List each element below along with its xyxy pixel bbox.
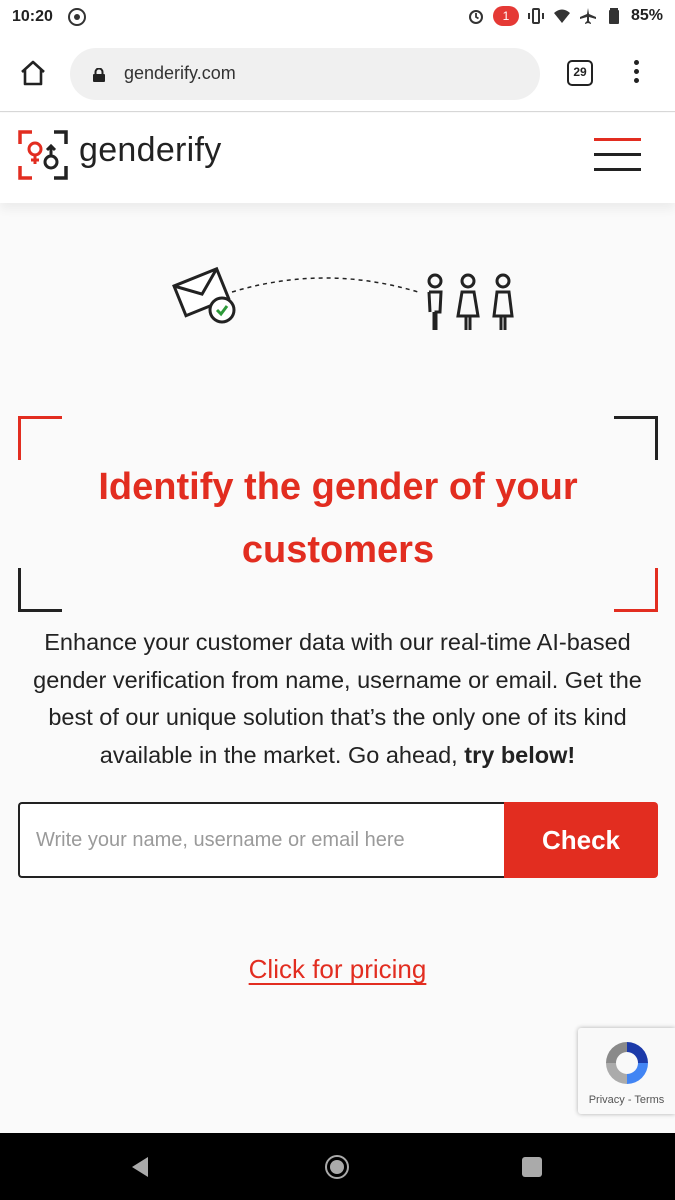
person-icon bbox=[492, 273, 514, 330]
hamburger-line bbox=[594, 138, 641, 141]
url-text: genderify.com bbox=[124, 63, 236, 83]
menu-dot bbox=[633, 78, 639, 83]
pricing-link[interactable]: Click for pricing bbox=[249, 954, 427, 984]
wifi-icon bbox=[553, 9, 570, 23]
site-header: genderify bbox=[0, 113, 675, 203]
hero-description: Enhance your customer data with our real… bbox=[16, 624, 659, 774]
gender-check-form: Check bbox=[18, 802, 658, 878]
hamburger-line bbox=[594, 153, 641, 156]
status-icons: 1 85% bbox=[467, 6, 663, 26]
browser-menu-button[interactable] bbox=[630, 60, 642, 88]
tab-switcher-button[interactable]: 29 bbox=[567, 60, 593, 86]
home-nav-icon[interactable] bbox=[325, 1155, 349, 1179]
recaptcha-icon bbox=[606, 1042, 648, 1084]
screen-record-icon bbox=[68, 8, 86, 26]
battery-level: 85% bbox=[630, 7, 663, 24]
check-badge-icon bbox=[208, 296, 236, 324]
frame-corner bbox=[614, 568, 658, 612]
status-time: 10:20 bbox=[12, 8, 53, 25]
email-to-people-illustration bbox=[172, 266, 514, 330]
check-button[interactable]: Check bbox=[504, 802, 658, 878]
recaptcha-links[interactable]: Privacy - Terms bbox=[578, 1094, 675, 1106]
recent-apps-icon[interactable] bbox=[522, 1157, 542, 1177]
hamburger-line bbox=[594, 168, 641, 171]
genderify-logo-icon[interactable] bbox=[18, 130, 68, 180]
lock-icon bbox=[93, 68, 105, 82]
status-bar: 10:20 1 85% bbox=[0, 0, 675, 36]
logo-text[interactable]: genderify bbox=[79, 131, 222, 170]
back-icon[interactable] bbox=[128, 1155, 152, 1179]
menu-dot bbox=[633, 69, 639, 74]
android-navigation-bar bbox=[0, 1133, 675, 1200]
frame-corner bbox=[18, 568, 62, 612]
frame-corner bbox=[18, 416, 62, 460]
address-bar[interactable]: genderify.com bbox=[70, 48, 540, 100]
hamburger-menu-icon[interactable] bbox=[594, 138, 641, 174]
person-icon bbox=[456, 273, 480, 330]
hero-heading-frame: Identify the gender of your customers bbox=[18, 416, 658, 612]
frame-corner bbox=[614, 416, 658, 460]
notification-badge: 1 bbox=[492, 6, 519, 26]
menu-dot bbox=[633, 60, 639, 65]
airplane-mode-icon bbox=[579, 8, 596, 24]
hero-title: Identify the gender of your customers bbox=[98, 466, 578, 571]
home-icon[interactable] bbox=[18, 58, 48, 88]
name-input[interactable] bbox=[18, 802, 504, 878]
alarm-icon bbox=[468, 10, 483, 24]
browser-toolbar: genderify.com 29 bbox=[0, 36, 675, 112]
battery-icon bbox=[608, 8, 619, 24]
person-icon bbox=[427, 273, 443, 330]
recaptcha-badge[interactable]: Privacy - Terms bbox=[578, 1028, 675, 1114]
pricing-link-container: Click for pricing bbox=[0, 954, 675, 985]
vibrate-icon bbox=[527, 8, 544, 24]
hero-description-emphasis: try below! bbox=[464, 741, 576, 768]
